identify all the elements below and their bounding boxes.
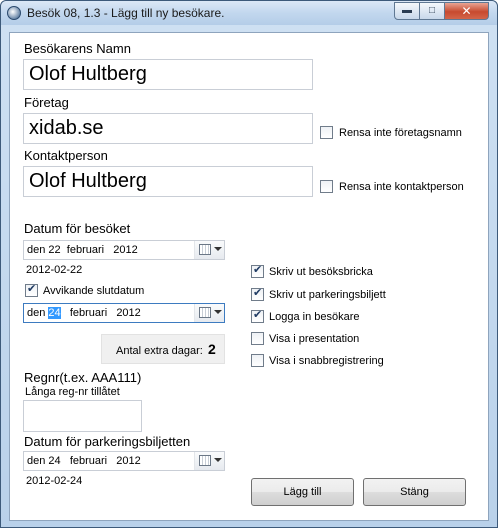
maximize-icon: □ (428, 5, 436, 16)
different-end-date-label: Avvikande slutdatum (43, 285, 145, 297)
different-end-date-checkbox[interactable] (25, 282, 38, 297)
end-date-month: februari (69, 307, 108, 319)
minimize-button[interactable]: ▬ (394, 2, 420, 20)
company-label: Företag (24, 95, 69, 110)
end-date-dropdown-button[interactable] (194, 304, 224, 322)
extra-days-panel: Antal extra dagar: 2 (101, 334, 225, 364)
visit-date-month: februari (66, 244, 105, 256)
end-date-day-selected[interactable]: 24 (48, 307, 61, 319)
show-in-presentation-checkbox[interactable] (251, 332, 264, 345)
regnr-input[interactable] (23, 400, 142, 432)
visit-date-day: den 22 (27, 244, 61, 256)
visit-date-label: Datum för besöket (24, 221, 131, 236)
extra-days-value: 2 (208, 341, 216, 357)
close-button[interactable]: ✕ (444, 2, 489, 20)
parking-date-month: februari (69, 455, 108, 467)
keep-company-label: Rensa inte företagsnamn (339, 127, 462, 139)
visit-date-picker[interactable]: den 22 februari 2012 (23, 240, 225, 260)
parking-date-year: 2012 (116, 455, 141, 467)
company-input[interactable]: xidab.se (23, 113, 313, 144)
parking-date-day: den 24 (27, 455, 61, 467)
window-title: Besök 08, 1.3 - Lägg till ny besökare. (27, 6, 225, 20)
keep-contact-label: Rensa inte kontaktperson (339, 181, 464, 193)
close-icon: ✕ (461, 4, 472, 18)
regnr-label: Regnr(t.ex. AAA111) (24, 370, 142, 385)
show-in-quick-registration-checkbox[interactable] (251, 354, 264, 367)
chevron-down-icon (214, 247, 222, 251)
parking-date-label: Datum för parkeringsbiljetten (24, 434, 191, 449)
calendar-icon (199, 307, 211, 318)
end-date-prefix: den (27, 307, 46, 319)
parking-date-picker[interactable]: den 24 februari 2012 (23, 451, 225, 471)
regnr-hint: Långa reg-nr tillåtet (25, 386, 120, 398)
login-visitor-label: Logga in besökare (269, 311, 360, 323)
maximize-button[interactable]: □ (419, 2, 445, 20)
keep-company-checkbox[interactable] (320, 126, 333, 139)
print-parking-ticket-checkbox[interactable] (251, 286, 264, 301)
form-area: Besökarens Namn Olof Hultberg Företag xi… (9, 32, 489, 521)
contact-label: Kontaktperson (24, 148, 108, 163)
extra-days-label: Antal extra dagar: (116, 345, 203, 357)
name-input[interactable]: Olof Hultberg (23, 59, 313, 90)
chevron-down-icon (214, 310, 222, 314)
print-badge-checkbox[interactable] (251, 263, 264, 278)
name-label: Besökarens Namn (24, 41, 131, 56)
minimize-icon: ▬ (402, 5, 412, 16)
parking-date-iso: 2012-02-24 (26, 475, 83, 487)
end-date-picker[interactable]: den 24 februari 2012 (23, 303, 225, 323)
login-visitor-checkbox[interactable] (251, 308, 264, 323)
calendar-icon (199, 455, 211, 466)
visit-date-year: 2012 (113, 244, 138, 256)
contact-input[interactable]: Olof Hultberg (23, 166, 313, 197)
chevron-down-icon (214, 458, 222, 462)
end-date-year: 2012 (116, 307, 141, 319)
visit-date-iso: 2012-02-22 (26, 264, 83, 276)
show-in-quick-registration-label: Visa i snabbregistrering (269, 355, 384, 367)
print-badge-label: Skriv ut besöksbricka (269, 266, 373, 278)
app-window: Besök 08, 1.3 - Lägg till ny besökare. ▬… (0, 0, 498, 528)
app-icon[interactable] (7, 6, 21, 20)
print-parking-ticket-label: Skriv ut parkeringsbiljett (269, 289, 386, 301)
close-dialog-button[interactable]: Stäng (363, 478, 466, 506)
visit-date-dropdown-button[interactable] (194, 241, 224, 259)
calendar-icon (199, 244, 211, 255)
title-bar[interactable]: Besök 08, 1.3 - Lägg till ny besökare. ▬… (1, 1, 497, 25)
add-button[interactable]: Lägg till (251, 478, 354, 506)
show-in-presentation-label: Visa i presentation (269, 333, 360, 345)
keep-contact-checkbox[interactable] (320, 180, 333, 193)
parking-date-dropdown-button[interactable] (194, 452, 224, 470)
